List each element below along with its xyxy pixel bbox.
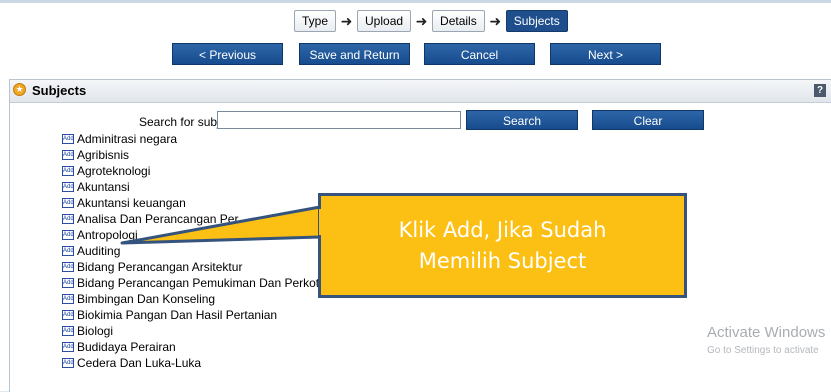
callout-box: Klik Add, Jika Sudah Memilih Subject xyxy=(318,193,687,298)
callout-text-line-2: Memilih Subject xyxy=(418,248,587,273)
activation-watermark-title: Activate Windows xyxy=(707,324,826,341)
callout-text-line-1: Klik Add, Jika Sudah xyxy=(398,217,607,242)
eprints-deposit-page: Type ➜ Upload ➜ Details ➜ Subjects < Pre… xyxy=(0,0,831,392)
activation-watermark-subtitle: Go to Settings to activate xyxy=(707,345,819,356)
